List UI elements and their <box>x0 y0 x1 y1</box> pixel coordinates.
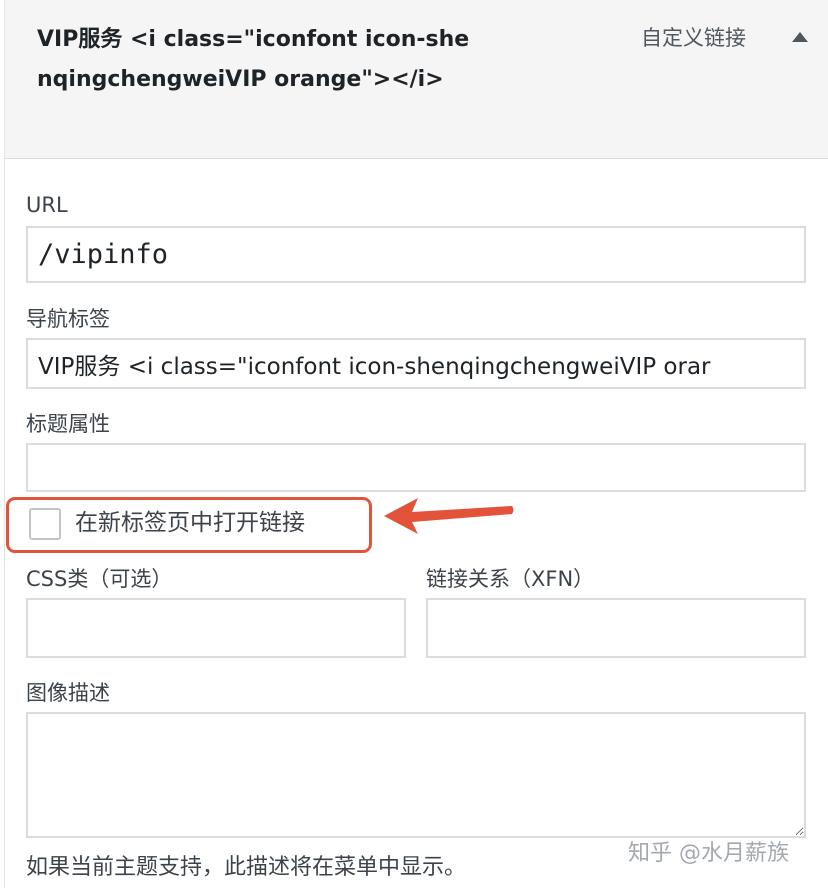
nav-label-input[interactable] <box>26 338 806 389</box>
annotation-arrow-icon <box>384 498 514 534</box>
description-hint: 如果当前主题支持，此描述将在菜单中显示。 <box>26 855 467 880</box>
description-label: 图像描述 <box>26 681 110 705</box>
new-tab-highlight: 在新标签页中打开链接 <box>6 497 372 553</box>
xfn-input[interactable] <box>426 598 806 658</box>
new-tab-checkbox[interactable] <box>29 508 61 540</box>
url-input[interactable] <box>26 226 806 283</box>
css-classes-label: CSS类（可选） <box>26 567 173 591</box>
title-attr-input[interactable] <box>26 443 806 492</box>
menu-item-title: VIP服务 <i class="iconfont icon-shenqingch… <box>37 27 470 92</box>
url-label: URL <box>26 193 68 217</box>
new-tab-label[interactable]: 在新标签页中打开链接 <box>75 506 305 540</box>
triangle-up-icon[interactable] <box>789 26 811 48</box>
menu-item-type: 自定义链接 <box>641 26 746 50</box>
watermark: 知乎 @水月薪族 <box>628 841 789 866</box>
title-attr-label: 标题属性 <box>26 412 110 436</box>
xfn-label: 链接关系（XFN） <box>426 567 595 591</box>
css-classes-input[interactable] <box>26 598 406 658</box>
menu-item-header[interactable]: VIP服务 <i class="iconfont icon-shenqingch… <box>5 0 828 159</box>
nav-label-label: 导航标签 <box>26 307 110 331</box>
description-textarea[interactable] <box>26 712 806 838</box>
